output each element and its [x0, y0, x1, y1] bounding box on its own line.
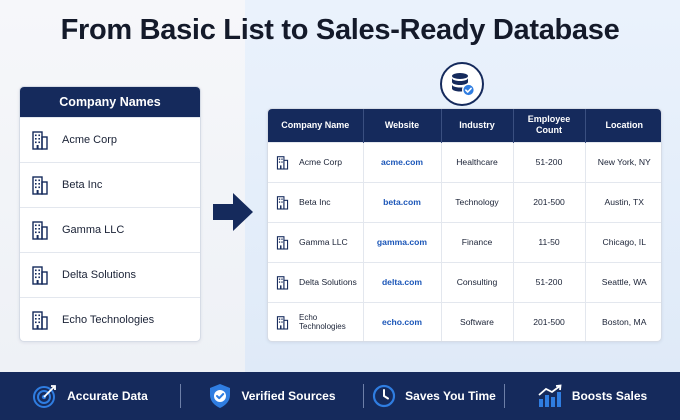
feature-label: Accurate Data: [67, 389, 148, 403]
cell-company: Beta Inc: [268, 181, 364, 222]
building-icon: [32, 221, 48, 240]
building-icon: [32, 311, 48, 330]
list-item-label: Beta Inc: [62, 179, 103, 191]
feature-saves-time: Saves You Time: [364, 372, 504, 420]
table-row: Acme Corp acme.com Healthcare 51-200 New…: [268, 141, 661, 182]
building-icon: [276, 315, 289, 330]
cell-employee-count: 201-500: [513, 181, 586, 222]
list-item-label: Echo Technologies: [62, 314, 155, 326]
feature-label: Verified Sources: [241, 389, 336, 403]
building-icon: [276, 275, 289, 290]
column-header-location: Location: [585, 109, 661, 142]
column-header-employee-count: Employee Count: [513, 109, 586, 142]
cell-industry: Software: [441, 301, 514, 341]
cell-company: Acme Corp: [268, 141, 364, 182]
cell-industry: Healthcare: [441, 141, 514, 182]
list-item-label: Delta Solutions: [62, 269, 136, 281]
cell-website[interactable]: beta.com: [363, 181, 442, 222]
growth-chart-icon: [538, 384, 562, 407]
building-icon: [32, 266, 48, 285]
cell-employee-count: 201-500: [513, 301, 586, 341]
cell-company: Echo Technologies: [268, 301, 364, 341]
company-name-text: Echo Technologies: [299, 313, 346, 332]
list-item: Echo Technologies: [20, 297, 200, 341]
cell-industry: Technology: [441, 181, 514, 222]
clock-icon: [373, 384, 396, 408]
list-item: Acme Corp: [20, 117, 200, 162]
column-header-website: Website: [363, 109, 442, 142]
cell-website[interactable]: echo.com: [363, 301, 442, 341]
feature-verified-sources: Verified Sources: [181, 372, 363, 420]
building-icon: [276, 155, 289, 170]
cell-company: Delta Solutions: [268, 261, 364, 302]
list-item-label: Gamma LLC: [62, 224, 125, 236]
feature-label: Saves You Time: [405, 389, 496, 403]
page-title: From Basic List to Sales-Ready Database: [60, 14, 620, 46]
cell-location: New York, NY: [585, 141, 661, 182]
company-name-text: Gamma LLC: [299, 237, 348, 247]
target-icon: [33, 385, 57, 408]
cell-industry: Consulting: [441, 261, 514, 302]
cell-location: Boston, MA: [585, 301, 661, 341]
building-icon: [276, 195, 289, 210]
list-header: Company Names: [20, 87, 200, 117]
arrow-right-icon: [213, 193, 253, 231]
cell-website[interactable]: delta.com: [363, 261, 442, 302]
list-item: Gamma LLC: [20, 207, 200, 252]
cell-location: Austin, TX: [585, 181, 661, 222]
column-header-company-name: Company Name: [268, 109, 364, 142]
cell-website[interactable]: acme.com: [363, 141, 442, 182]
company-name-text: Acme Corp: [299, 157, 342, 167]
company-names-list: Company Names Acme Corp Beta Inc Gamma L…: [19, 86, 201, 342]
cell-company: Gamma LLC: [268, 221, 364, 262]
table-row: Delta Solutions delta.com Consulting 51-…: [268, 261, 661, 302]
shield-check-icon: [210, 384, 231, 408]
database-check-icon: [440, 62, 484, 106]
cell-employee-count: 51-200: [513, 261, 586, 302]
building-icon: [32, 131, 48, 150]
table-row: Gamma LLC gamma.com Finance 11-50 Chicag…: [268, 221, 661, 262]
list-item-label: Acme Corp: [62, 134, 118, 146]
feature-boosts-sales: Boosts Sales: [505, 372, 679, 420]
cell-employee-count: 51-200: [513, 141, 586, 182]
sales-database-table: Company Name Website Industry Employee C…: [267, 108, 662, 342]
company-name-text: Delta Solutions: [299, 277, 357, 287]
column-header-industry: Industry: [441, 109, 514, 142]
building-icon: [276, 235, 289, 250]
table-row: Beta Inc beta.com Technology 201-500 Aus…: [268, 181, 661, 222]
feature-accurate-data: Accurate Data: [0, 372, 180, 420]
feature-label: Boosts Sales: [571, 389, 648, 403]
cell-industry: Finance: [441, 221, 514, 262]
cell-website[interactable]: gamma.com: [363, 221, 442, 262]
list-item: Beta Inc: [20, 162, 200, 207]
cell-employee-count: 11-50: [513, 221, 586, 262]
building-icon: [32, 176, 48, 195]
company-name-text: Beta Inc: [299, 197, 331, 207]
table-row: Echo Technologies echo.com Software 201-…: [268, 301, 661, 341]
table-header-row: Company Name Website Industry Employee C…: [268, 109, 661, 142]
feature-bar: Accurate Data Verified Sources Saves You…: [0, 372, 680, 420]
cell-location: Chicago, IL: [585, 221, 661, 262]
cell-location: Seattle, WA: [585, 261, 661, 302]
list-item: Delta Solutions: [20, 252, 200, 297]
